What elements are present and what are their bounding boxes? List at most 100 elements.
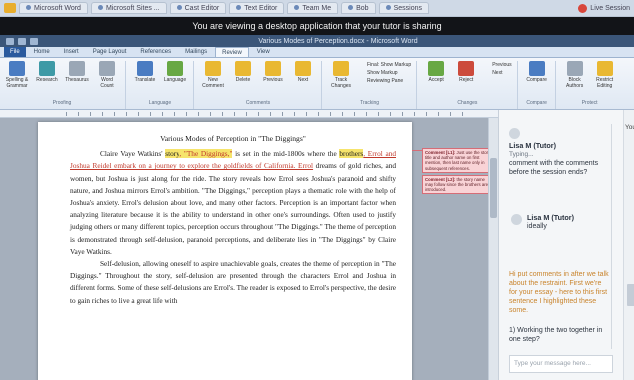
word-count-button[interactable]: Word Count bbox=[94, 61, 120, 89]
previous-change-button[interactable]: Previous bbox=[483, 62, 511, 68]
group-compare: Compare Compare bbox=[524, 61, 556, 109]
group-comments: New Comment Delete Previous Next Comment… bbox=[200, 61, 322, 109]
next-comment-icon bbox=[295, 61, 311, 76]
block-authors-icon bbox=[566, 61, 583, 76]
new-comment-button[interactable]: New Comment bbox=[200, 61, 226, 89]
live-indicator-icon bbox=[578, 3, 588, 13]
chat-panel: Lisa M (Tutor) Typing... comment with th… bbox=[498, 110, 634, 380]
highlight-brothers: brothers bbox=[339, 149, 364, 159]
participant-tile[interactable] bbox=[627, 284, 634, 306]
tab-view[interactable]: View bbox=[251, 47, 276, 57]
browser-tab[interactable]: Bob bbox=[341, 2, 376, 14]
browser-tab[interactable]: Microsoft Sites ... bbox=[90, 2, 167, 14]
browser-tab-strip: Microsoft Word Microsoft Sites ... Cast … bbox=[0, 0, 634, 17]
restrict-editing-button[interactable]: Restrict Editing bbox=[592, 61, 618, 89]
language-icon bbox=[167, 61, 183, 76]
tab-home[interactable]: Home bbox=[28, 47, 56, 57]
research-icon bbox=[39, 61, 55, 76]
tab-insert[interactable]: Insert bbox=[58, 47, 85, 57]
next-change-button[interactable]: Next bbox=[483, 70, 511, 76]
group-language: Translate Language Language bbox=[132, 61, 194, 109]
chat-input[interactable]: Type your message here... bbox=[509, 355, 613, 373]
previous-icon bbox=[483, 62, 490, 68]
thesaurus-button[interactable]: Thesaurus bbox=[64, 61, 90, 83]
browser-tab[interactable]: Text Editor bbox=[229, 2, 285, 14]
document-scrollbar[interactable] bbox=[488, 118, 498, 380]
comment-balloon[interactable]: Comment [L1]: Just use the story title a… bbox=[422, 148, 496, 173]
delete-comment-button[interactable]: Delete bbox=[230, 61, 256, 83]
new-comment-icon bbox=[205, 61, 221, 76]
avatar bbox=[511, 214, 522, 225]
tab-references[interactable]: References bbox=[134, 47, 177, 57]
compare-button[interactable]: Compare bbox=[524, 61, 550, 83]
ribbon: Spelling & Grammar Research Thesaurus Wo… bbox=[0, 58, 634, 110]
next-comment-button[interactable]: Next bbox=[290, 61, 316, 83]
research-button[interactable]: Research bbox=[34, 61, 60, 83]
previous-comment-button[interactable]: Previous bbox=[260, 61, 286, 83]
track-changes-icon bbox=[333, 61, 349, 76]
reviewing-pane-button[interactable]: Reviewing Pane bbox=[358, 78, 411, 84]
thesaurus-icon bbox=[69, 61, 85, 76]
show-markup-button[interactable]: Show Markup bbox=[358, 70, 411, 76]
tab-mailings[interactable]: Mailings bbox=[179, 47, 213, 57]
browser-tab[interactable]: Team Me bbox=[287, 2, 339, 14]
display-for-review-select[interactable]: Final: Show Markup bbox=[358, 62, 411, 68]
chat-message: Lisa M (Tutor) ideally bbox=[527, 213, 574, 230]
language-button[interactable]: Language bbox=[162, 61, 188, 83]
participant-column: You bbox=[623, 110, 634, 380]
chat-message: Hi put comments in after we talk about t… bbox=[509, 271, 609, 314]
highlight-title: , "The Diggings," bbox=[179, 149, 233, 159]
next-icon bbox=[483, 70, 490, 76]
pane-icon bbox=[358, 78, 365, 84]
markup-balloons: Comment [L1]: Just use the story title a… bbox=[422, 148, 496, 196]
group-protect: Block Authors Restrict Editing Protect bbox=[562, 61, 623, 109]
compare-icon bbox=[528, 61, 545, 76]
screen-share-banner: You are viewing a desktop application th… bbox=[0, 17, 634, 35]
chat-message: 1) Working the two together in one step? bbox=[509, 327, 603, 343]
save-icon[interactable] bbox=[6, 37, 14, 45]
track-changes-button[interactable]: Track Changes bbox=[328, 61, 354, 89]
accept-button[interactable]: Accept bbox=[423, 61, 449, 83]
paragraph-1: Claire Vaye Watkins' story, "The Digging… bbox=[70, 149, 397, 256]
tab-file[interactable]: File bbox=[4, 47, 26, 57]
group-proofing: Spelling & Grammar Research Thesaurus Wo… bbox=[4, 61, 126, 109]
spelling-button[interactable]: Spelling & Grammar bbox=[4, 61, 30, 89]
scrollbar-thumb[interactable] bbox=[490, 158, 497, 218]
restrict-editing-icon bbox=[596, 61, 613, 76]
accept-icon bbox=[428, 61, 445, 76]
browser-tab[interactable]: Cast Editor bbox=[169, 2, 227, 14]
spelling-icon bbox=[9, 61, 25, 76]
word-count-icon bbox=[99, 61, 115, 76]
reject-icon bbox=[458, 61, 475, 76]
paragraph-2: Self-delusion, allowing oneself to aspir… bbox=[70, 259, 396, 305]
tab-page-layout[interactable]: Page Layout bbox=[87, 47, 133, 57]
ribbon-tabs: File Home Insert Page Layout References … bbox=[0, 47, 634, 58]
translate-button[interactable]: Translate bbox=[132, 61, 158, 83]
redo-icon[interactable] bbox=[30, 37, 38, 45]
comment-connector bbox=[412, 150, 422, 151]
reject-button[interactable]: Reject bbox=[453, 61, 479, 83]
chat-message: Lisa M (Tutor) Typing... comment with th… bbox=[509, 141, 599, 176]
previous-comment-icon bbox=[265, 61, 281, 76]
translate-icon bbox=[137, 61, 153, 76]
display-icon bbox=[358, 62, 365, 68]
block-authors-button[interactable]: Block Authors bbox=[562, 61, 588, 89]
browser-tab[interactable]: Sessions bbox=[378, 2, 429, 14]
browser-tab[interactable]: Microsoft Word bbox=[19, 2, 88, 14]
tab-review[interactable]: Review bbox=[215, 47, 249, 57]
app-logo-icon bbox=[4, 3, 16, 13]
group-tracking: Track Changes Final: Show Markup Show Ma… bbox=[328, 61, 418, 109]
comment-balloon[interactable]: Comment [L2]: the story name may follow … bbox=[422, 174, 496, 195]
document-canvas: Various Modes of Perception in "The Digg… bbox=[0, 118, 498, 380]
session-status[interactable]: Live Session bbox=[578, 3, 634, 13]
delete-comment-icon bbox=[235, 61, 251, 76]
window-title: Various Modes of Perception.docx - Micro… bbox=[258, 37, 418, 45]
highlight-story: story bbox=[165, 149, 180, 159]
document-page[interactable]: Various Modes of Perception in "The Digg… bbox=[38, 122, 412, 380]
avatar bbox=[509, 128, 520, 139]
markup-icon bbox=[358, 70, 365, 76]
document-title: Various Modes of Perception in "The Digg… bbox=[160, 134, 306, 143]
app-title-bar: Various Modes of Perception.docx - Micro… bbox=[0, 35, 634, 47]
undo-icon[interactable] bbox=[18, 37, 26, 45]
horizontal-ruler[interactable] bbox=[0, 110, 498, 118]
